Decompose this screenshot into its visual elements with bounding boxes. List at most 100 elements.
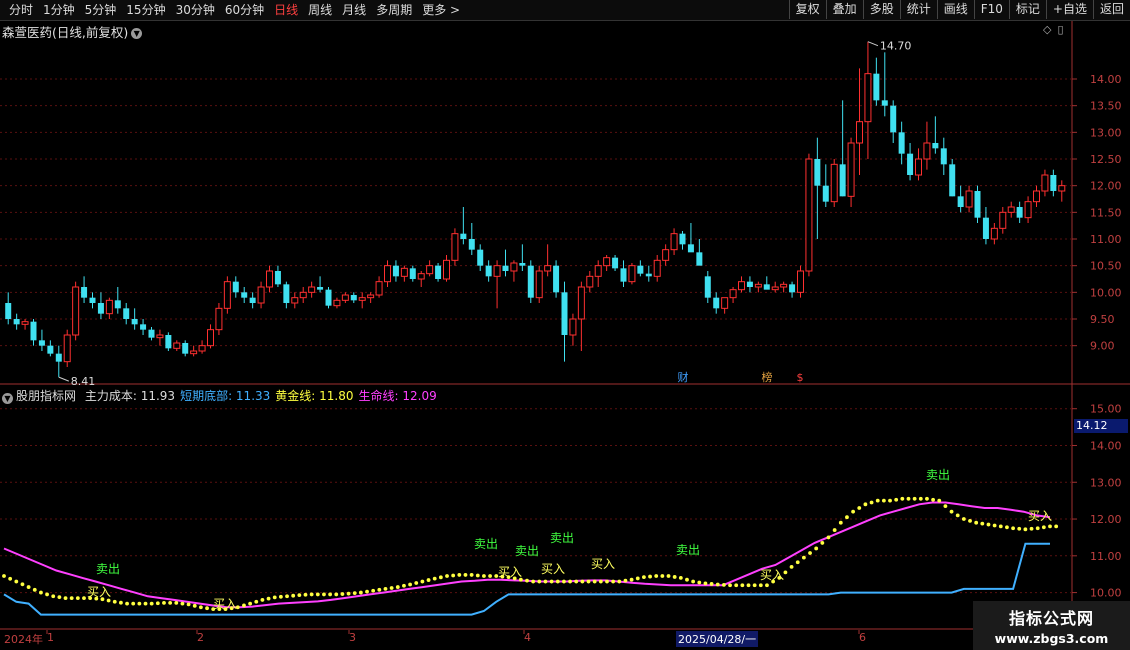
candlestick-chart: 9.00 9.50 10.00 10.50 11.00 11.50 12.00 12.50 13…: [0, 21, 1130, 406]
period-tab-6[interactable]: 日线: [269, 2, 303, 18]
toolbar-button-4[interactable]: 画线: [936, 0, 974, 19]
high-label: 14.70: [880, 40, 912, 53]
watermark-url: www.zbgs3.com: [994, 631, 1109, 646]
toolbar-button-3[interactable]: 统计: [899, 0, 937, 19]
gold-line-dot: [248, 601, 253, 606]
gold-line-dot: [715, 582, 720, 587]
gold-line-dot: [51, 594, 56, 599]
candle-body: [38, 340, 45, 346]
sell-signal: 卖出: [474, 537, 498, 551]
gold-line-dot: [654, 574, 659, 578]
candle-body: [510, 262, 518, 272]
gold-line-dot: [961, 517, 966, 521]
gold-line-dot: [45, 592, 49, 597]
candle-body: [477, 249, 484, 266]
gold-line-dot: [445, 574, 449, 578]
candle-body: [923, 142, 931, 160]
gold-line-dot: [328, 592, 333, 597]
gold-line-dot: [119, 600, 123, 605]
candle-body: [333, 299, 341, 307]
gold-line-dot: [291, 593, 296, 598]
candle-body: [1033, 190, 1040, 203]
y-tick-label: 12.00: [1090, 513, 1122, 526]
candle-body: [620, 268, 627, 282]
period-tab-2[interactable]: 5分钟: [80, 2, 122, 18]
gold-line-dot: [340, 592, 345, 596]
candle-body: [207, 329, 214, 347]
period-tab-5[interactable]: 60分钟: [220, 2, 269, 18]
gold-line-dot: [371, 588, 376, 593]
toolbar-button-0[interactable]: 复权: [788, 0, 826, 19]
gold-line-dot: [555, 579, 560, 584]
candle-body: [451, 233, 459, 261]
gold-line-dot: [266, 596, 271, 601]
gold-line-dot: [186, 602, 191, 607]
gold-line-dot: [648, 574, 652, 579]
candle-body: [1016, 207, 1023, 218]
gold-line-dot: [801, 555, 806, 560]
candle-body: [81, 287, 88, 298]
period-tab-8[interactable]: 月线: [337, 2, 371, 18]
gold-line-dot: [475, 573, 480, 578]
toolbar-button-8[interactable]: 返回: [1092, 0, 1130, 19]
candle-body: [72, 286, 80, 336]
gold-line-dot: [14, 579, 19, 584]
toolbar-button-5[interactable]: F10: [973, 0, 1009, 19]
buy-signal: 买入: [87, 585, 111, 599]
period-tab-4[interactable]: 30分钟: [171, 2, 220, 18]
gold-line-dot: [20, 582, 25, 587]
gold-line-dot: [426, 578, 431, 582]
candle-body: [105, 299, 113, 315]
period-toolbar: 分时 1分钟 5分钟 15分钟 30分钟 60分钟 日线 周线 月线 多周期 更多 > 复权 叠加 多股…: [0, 0, 1130, 21]
gold-line-dot: [106, 598, 111, 603]
period-tab-0[interactable]: 分时: [4, 2, 38, 18]
candle-body: [881, 100, 888, 106]
period-tab-1[interactable]: 1分钟: [38, 2, 80, 18]
candle-body: [932, 143, 939, 149]
period-tab-9[interactable]: 多周期: [371, 2, 417, 18]
y-tick-label: 11.00: [1090, 550, 1122, 563]
gold-line-dot: [1035, 526, 1040, 531]
candle-body: [873, 73, 880, 101]
candle-body: [485, 265, 492, 277]
period-tab-7[interactable]: 周线: [303, 2, 337, 18]
gold-line-dot: [525, 578, 529, 583]
candle-body: [754, 283, 762, 288]
gold-line-dot: [438, 575, 443, 580]
candle-body: [317, 287, 324, 290]
candle-body: [839, 164, 846, 197]
gold-line-dot: [925, 496, 929, 501]
y-tick-label: 10.50: [1090, 260, 1122, 273]
period-tab-3[interactable]: 15分钟: [121, 2, 170, 18]
gold-line-dot: [39, 590, 43, 595]
candle-body: [367, 294, 375, 299]
candle-body: [358, 297, 366, 301]
gold-line-dot: [346, 591, 351, 596]
event-marker-1: 榜: [762, 370, 773, 384]
candle-body: [417, 273, 425, 280]
gold-line-dot: [242, 603, 246, 608]
gold-line-dot: [968, 518, 972, 523]
toolbar-button-7[interactable]: +自选: [1045, 0, 1093, 19]
toolbar-button-6[interactable]: 标记: [1008, 0, 1046, 19]
gold-line-dot: [740, 583, 745, 588]
period-tab-10[interactable]: 更多 >: [417, 2, 465, 18]
gold-line-dot: [734, 583, 739, 588]
y-tick-label: 11.00: [1090, 233, 1122, 246]
gold-line-dot: [666, 574, 671, 578]
gold-line-dot: [297, 593, 302, 598]
buy-signal: 买入: [760, 568, 784, 582]
current-price-box: 14.12: [1074, 419, 1128, 433]
toolbar-button-1[interactable]: 叠加: [825, 0, 863, 19]
gold-line-dot: [1029, 526, 1034, 531]
toolbar-button-2[interactable]: 多股: [862, 0, 900, 19]
gold-line-dot: [728, 583, 732, 588]
candle-body: [915, 158, 922, 176]
gold-line-dot: [986, 522, 991, 527]
gold-line-dot: [315, 592, 320, 597]
gold-line-dot: [198, 605, 203, 610]
y-tick-label: 12.50: [1090, 153, 1122, 166]
candle-body: [400, 267, 408, 277]
gold-line-dot: [82, 596, 86, 600]
gold-line-dot: [580, 579, 585, 584]
